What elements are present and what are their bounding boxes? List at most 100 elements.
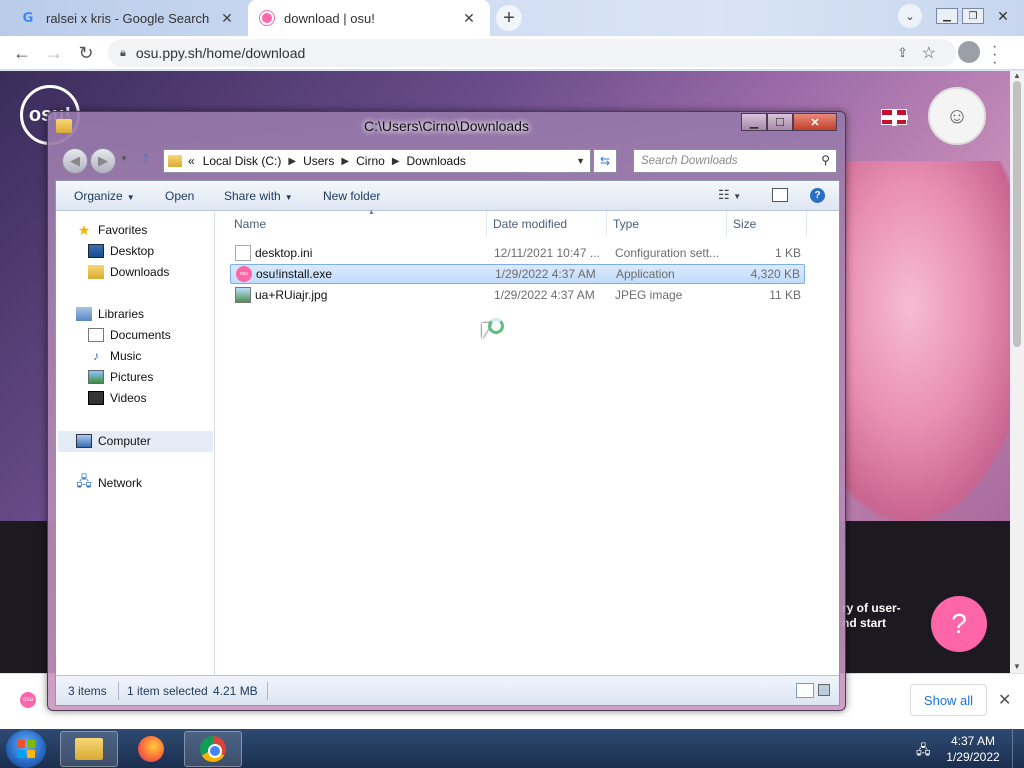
scroll-up-icon[interactable]: ▲ — [1013, 71, 1021, 80]
url-text: osu.ppy.sh/home/download — [135, 45, 306, 61]
tab-google-search[interactable]: G ralsei x kris - Google Search ✕ — [8, 0, 248, 36]
scrollbar-thumb[interactable] — [1013, 81, 1021, 347]
file-list: Name ▲ Date modified Type Size desktop.in… — [216, 209, 839, 675]
share-icon[interactable]: ⇪ — [897, 45, 908, 61]
close-icon[interactable]: ✕ — [998, 690, 1011, 710]
breadcrumb-overflow[interactable]: « — [188, 154, 195, 168]
close-window-button[interactable]: ✕ — [988, 8, 1018, 24]
user-avatar[interactable]: ☺ — [928, 87, 986, 145]
command-bar: Organize ▼ Open Share with ▼ New folder ☷ … — [56, 181, 839, 211]
help-icon[interactable]: ? — [810, 188, 825, 203]
nav-desktop[interactable]: Desktop — [88, 241, 154, 261]
nav-videos[interactable]: Videos — [88, 388, 146, 408]
refresh-icon[interactable]: ⇆ — [593, 149, 617, 173]
close-button[interactable]: ✕ — [793, 113, 837, 131]
close-icon[interactable]: ✕ — [218, 10, 236, 27]
show-desktop-button[interactable] — [1012, 729, 1024, 768]
forward-arrow-icon[interactable]: ▶ — [90, 148, 116, 174]
change-view-button[interactable]: ☷ ▼ — [718, 187, 741, 203]
page-scrollbar[interactable]: ▲ ▼ — [1010, 71, 1024, 673]
file-type: Application — [616, 267, 675, 281]
start-button[interactable] — [6, 730, 46, 768]
taskbar-chrome-button[interactable] — [184, 731, 242, 767]
help-button[interactable]: ? — [931, 596, 987, 652]
column-header-type[interactable]: Type — [607, 212, 727, 236]
file-size: 11 KB — [769, 288, 801, 302]
large-icons-view-icon[interactable] — [818, 684, 830, 696]
breadcrumb-downloads[interactable]: Downloads — [407, 154, 466, 168]
file-row[interactable]: desktop.ini 12/11/2021 10:47 ... Configu… — [230, 243, 805, 263]
documents-icon — [88, 328, 104, 342]
taskbar-firefox-button[interactable] — [122, 731, 180, 767]
show-all-button[interactable]: Show all — [910, 684, 987, 716]
page-text-line: ry of user- — [842, 601, 901, 615]
reload-icon[interactable]: ↻ — [74, 41, 98, 65]
sort-ascending-icon: ▲ — [368, 209, 375, 216]
preview-pane-icon[interactable] — [772, 188, 788, 202]
nav-libraries[interactable]: Libraries — [76, 304, 144, 324]
organize-button[interactable]: Organize ▼ — [74, 189, 135, 203]
search-input[interactable]: Search Downloads ⚲ — [633, 149, 837, 173]
address-breadcrumb-bar[interactable]: « Local Disk (C:) ▶ Users ▶ Cirno ▶ Down… — [163, 149, 591, 173]
menu-kebab-icon[interactable]: · · · — [992, 39, 997, 71]
open-button[interactable]: Open — [165, 189, 194, 203]
nav-computer[interactable]: Computer — [76, 431, 151, 451]
file-size: 4,320 KB — [750, 267, 800, 281]
firefox-icon — [138, 736, 164, 762]
settings-file-icon — [235, 245, 251, 261]
logo-segment — [17, 740, 25, 748]
maximize-button[interactable]: ☐ — [767, 113, 793, 131]
chevron-right-icon[interactable]: ▶ — [341, 156, 349, 167]
tab-search-button[interactable]: ⌄ — [898, 4, 922, 28]
forward-arrow-icon[interactable]: → — [42, 41, 66, 65]
status-divider — [118, 682, 119, 700]
file-row[interactable]: ua+RUiajr.jpg 1/29/2022 4:37 AM JPEG ima… — [230, 285, 805, 305]
language-flag-button[interactable] — [872, 99, 916, 135]
nav-music[interactable]: ♪ Music — [88, 346, 141, 366]
nav-documents[interactable]: Documents — [88, 325, 171, 345]
profile-avatar-icon[interactable] — [958, 41, 980, 63]
search-icon[interactable]: ⚲ — [821, 153, 830, 167]
clock-date: 1/29/2022 — [946, 750, 1000, 764]
nav-network[interactable]: 🖧︎ Network — [76, 473, 142, 493]
chevron-right-icon[interactable]: ▶ — [288, 156, 296, 167]
system-clock[interactable]: 4:37 AM 1/29/2022 — [940, 733, 1006, 765]
column-header-size[interactable]: Size — [727, 212, 807, 236]
nav-favorites[interactable]: ★ Favorites — [76, 220, 148, 240]
new-folder-button[interactable]: New folder — [323, 189, 380, 203]
breadcrumb-local-disk[interactable]: Local Disk (C:) — [203, 154, 282, 168]
back-arrow-icon[interactable]: ◀ — [62, 148, 88, 174]
bookmark-star-icon[interactable]: ☆ — [922, 43, 936, 63]
column-header-date[interactable]: Date modified — [487, 212, 607, 236]
chevron-down-icon[interactable]: ▼ — [576, 156, 585, 166]
back-arrow-icon[interactable]: ← — [10, 41, 34, 65]
file-row-selected[interactable]: osu osu!install.exe 1/29/2022 4:37 AM Ap… — [230, 264, 805, 284]
minimize-button[interactable]: ▁ — [741, 113, 767, 131]
browser-window-controls: ⌄ ▁ ❐ ✕ — [898, 0, 1024, 32]
column-header-name[interactable]: Name ▲ — [228, 209, 487, 236]
nav-label: Documents — [110, 328, 171, 342]
breadcrumb-cirno[interactable]: Cirno — [356, 154, 385, 168]
details-view-icon[interactable] — [796, 683, 814, 698]
nav-downloads[interactable]: Downloads — [88, 262, 169, 282]
minimize-button[interactable]: ▁ — [936, 8, 958, 24]
tab-osu-download[interactable]: download | osu! ✕ — [248, 0, 490, 36]
recent-pages-dropdown-icon[interactable]: ▼ — [120, 154, 128, 163]
chevron-right-icon[interactable]: ▶ — [392, 156, 400, 167]
up-arrow-icon[interactable]: ↑ — [142, 150, 150, 168]
file-type: Configuration sett... — [615, 246, 720, 260]
network-icon: 🖧︎ — [76, 473, 92, 489]
network-tray-icon[interactable]: 🖧︎ — [916, 741, 931, 763]
restore-button[interactable]: ❐ — [962, 8, 984, 24]
address-bar[interactable]: 🔒︎ osu.ppy.sh/home/download ⇪ ☆ — [108, 39, 956, 67]
taskbar-explorer-button[interactable] — [60, 731, 118, 767]
new-tab-button[interactable]: + — [496, 5, 522, 31]
scroll-down-icon[interactable]: ▼ — [1013, 662, 1021, 671]
close-icon[interactable]: ✕ — [460, 10, 478, 27]
breadcrumb-users[interactable]: Users — [303, 154, 334, 168]
file-date: 1/29/2022 4:37 AM — [495, 267, 596, 281]
nav-pictures[interactable]: Pictures — [88, 367, 153, 387]
osu-file-icon[interactable]: osu — [20, 692, 36, 708]
share-with-button[interactable]: Share with ▼ — [224, 189, 293, 203]
browser-toolbar: ← → ↻ 🔒︎ osu.ppy.sh/home/download ⇪ ☆ · ·… — [0, 36, 1024, 71]
